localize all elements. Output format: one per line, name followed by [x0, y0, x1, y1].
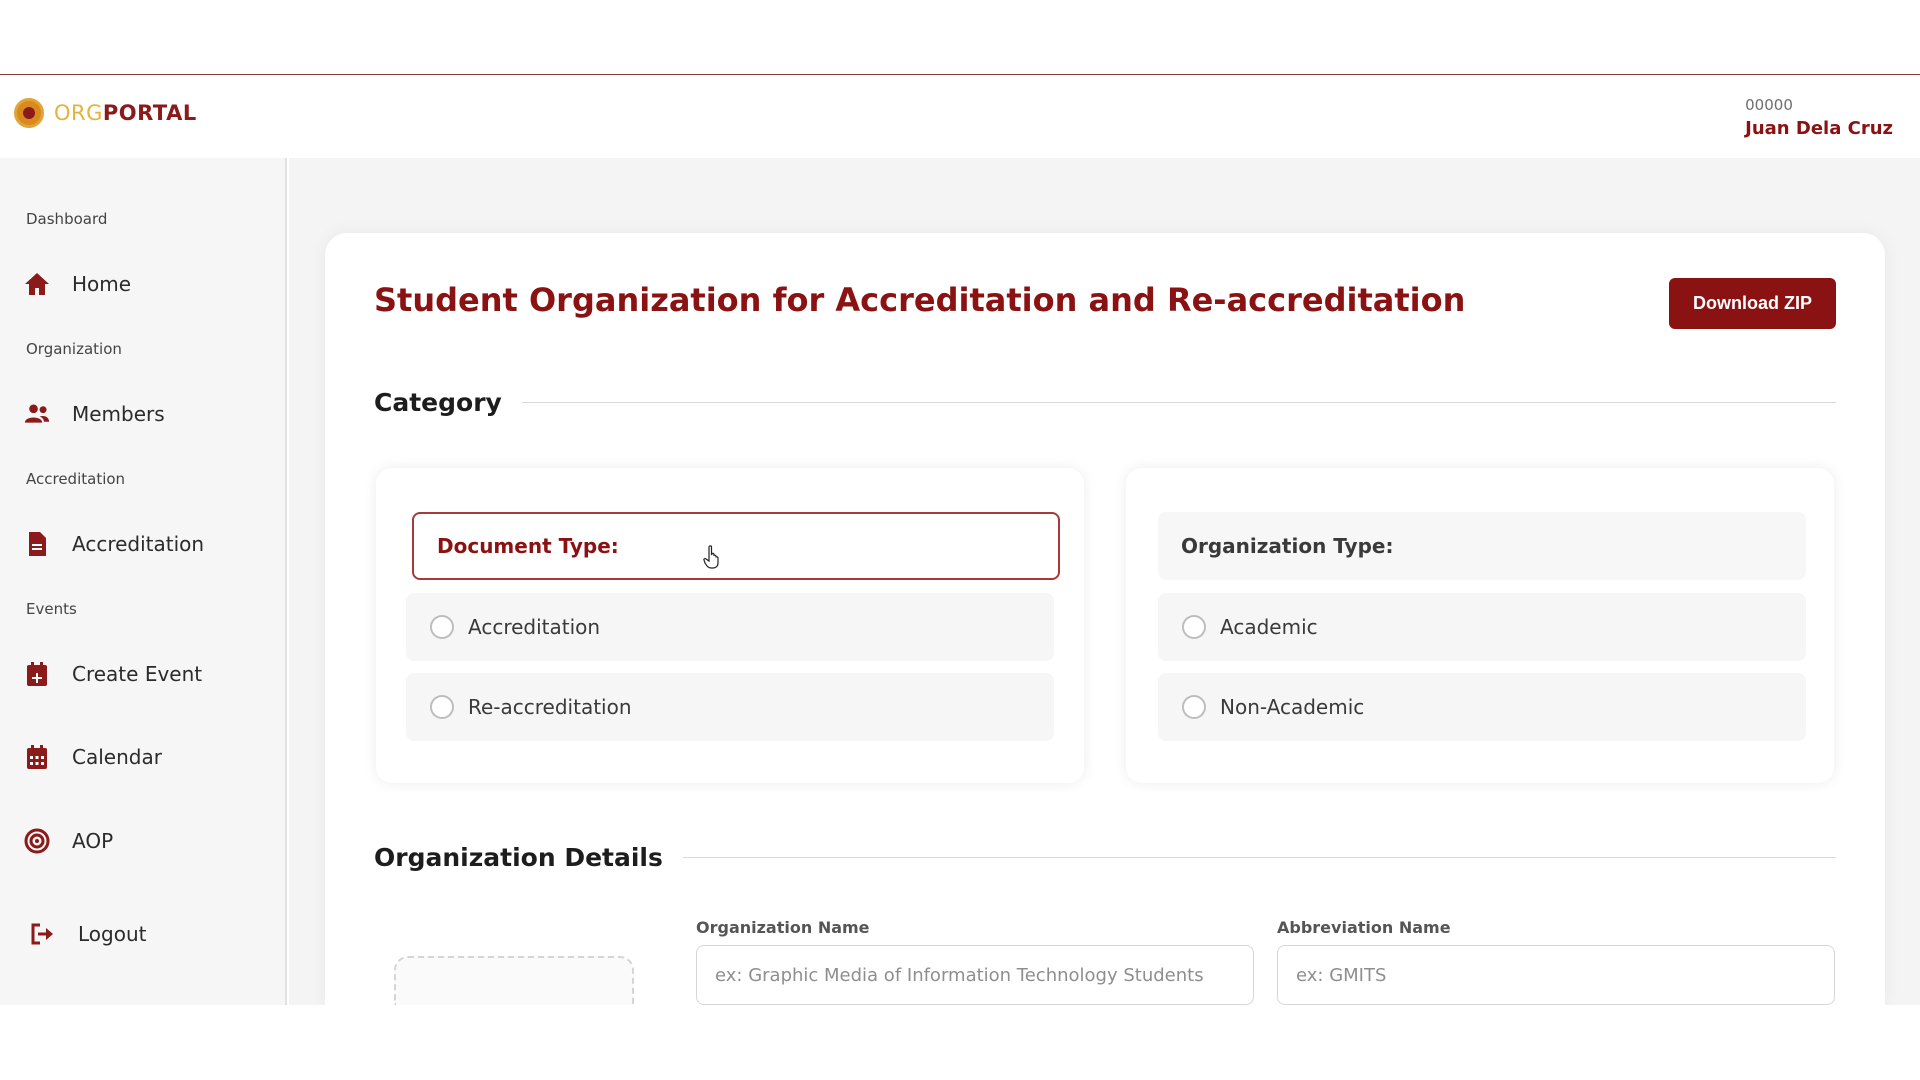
radio-button[interactable] — [430, 615, 454, 639]
download-zip-button[interactable]: Download ZIP — [1669, 278, 1836, 329]
sidebar-section-dashboard: Dashboard — [26, 210, 108, 228]
calendar-icon — [24, 744, 50, 770]
sidebar-section-accreditation: Accreditation — [26, 470, 126, 488]
logout-icon — [30, 921, 56, 947]
document-type-panel: Document Type: Accreditation Re-accredit… — [376, 468, 1084, 783]
user-name: Juan Dela Cruz — [1745, 118, 1893, 139]
sidebar-item-label: Logout — [78, 922, 147, 946]
sidebar-item-label: Calendar — [72, 745, 162, 769]
logo-text-org: ORG — [54, 101, 103, 125]
radio-option-non-academic[interactable]: Non-Academic — [1158, 673, 1806, 741]
radio-button[interactable] — [1182, 615, 1206, 639]
sidebar-item-calendar[interactable]: Calendar — [24, 744, 162, 770]
organization-details-section-header: Organization Details — [374, 843, 1836, 872]
document-type-header[interactable]: Document Type: — [412, 512, 1060, 580]
option-label: Accreditation — [468, 615, 601, 639]
organization-details-heading: Organization Details — [374, 843, 663, 872]
logo-text-portal: PORTAL — [102, 101, 197, 125]
sidebar-item-logout[interactable]: Logout — [30, 921, 146, 947]
abbreviation-name-input[interactable] — [1277, 945, 1835, 1005]
user-id: 00000 — [1745, 96, 1793, 114]
radio-option-re-accreditation[interactable]: Re-accreditation — [406, 673, 1054, 741]
app-header: ORGPORTAL 00000 Juan Dela Cruz — [0, 76, 1920, 158]
abbreviation-name-label: Abbreviation Name — [1277, 918, 1451, 937]
radio-option-accreditation[interactable]: Accreditation — [406, 593, 1054, 661]
option-label: Non-Academic — [1220, 695, 1365, 719]
organization-name-input[interactable] — [696, 945, 1254, 1005]
sidebar-item-members[interactable]: Members — [24, 401, 165, 427]
sidebar-item-label: Create Event — [72, 662, 203, 686]
organization-type-header[interactable]: Organization Type: — [1158, 512, 1806, 580]
option-label: Re-accreditation — [468, 695, 632, 719]
radio-option-academic[interactable]: Academic — [1158, 593, 1806, 661]
radio-button[interactable] — [430, 695, 454, 719]
document-icon — [24, 531, 50, 557]
organization-name-label: Organization Name — [696, 918, 870, 937]
sidebar-item-label: AOP — [72, 829, 114, 853]
option-label: Academic — [1220, 615, 1318, 639]
sidebar-item-home[interactable]: Home — [24, 271, 131, 297]
organization-type-panel: Organization Type: Academic Non-Academic — [1126, 468, 1834, 783]
sidebar-item-label: Members — [72, 402, 165, 426]
home-icon — [24, 271, 50, 297]
logo-text: ORGPORTAL — [54, 101, 197, 125]
logo-emblem-icon — [14, 98, 44, 128]
user-info[interactable]: 00000 Juan Dela Cruz — [1745, 96, 1893, 139]
main-card: Student Organization for Accreditation a… — [325, 233, 1885, 1005]
sidebar: Dashboard Home Organization Members Accr… — [0, 158, 287, 1005]
details-divider — [682, 857, 1836, 858]
page-title: Student Organization for Accreditation a… — [374, 281, 1466, 319]
sidebar-item-aop[interactable]: AOP — [24, 828, 113, 854]
bottom-strip — [0, 1005, 1920, 1080]
calendar-plus-icon — [24, 661, 50, 687]
members-icon — [24, 401, 50, 427]
sidebar-section-organization: Organization — [26, 340, 122, 358]
app-logo[interactable]: ORGPORTAL — [14, 98, 197, 128]
category-divider — [521, 402, 1836, 403]
category-heading: Category — [374, 388, 502, 417]
top-strip — [0, 0, 1920, 75]
logo-upload-area[interactable] — [394, 956, 634, 1005]
sidebar-item-label: Accreditation — [72, 532, 205, 556]
sidebar-section-events: Events — [26, 600, 77, 618]
category-section-header: Category — [374, 388, 1836, 417]
sidebar-item-accreditation[interactable]: Accreditation — [24, 531, 204, 557]
sidebar-item-create-event[interactable]: Create Event — [24, 661, 202, 687]
target-icon — [24, 828, 50, 854]
radio-button[interactable] — [1182, 695, 1206, 719]
sidebar-item-label: Home — [72, 272, 132, 296]
